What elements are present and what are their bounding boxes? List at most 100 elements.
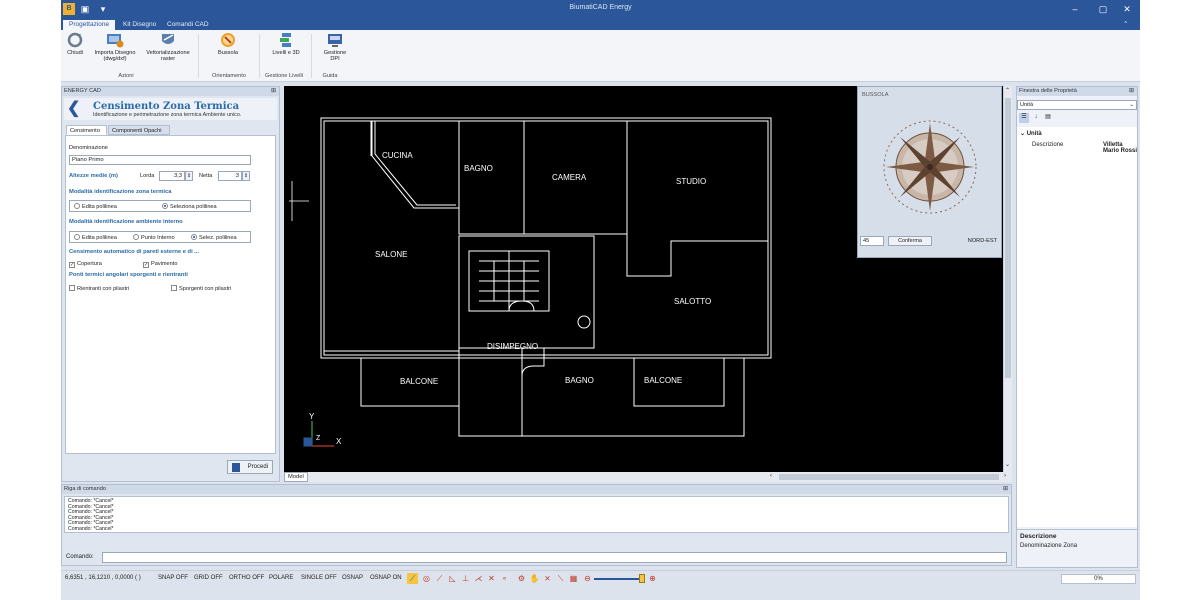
horizontal-scrollbar[interactable]: Model ‹ › — [284, 472, 1012, 482]
sporgenti-checkbox[interactable]: Sporgenti con pilastri — [171, 285, 231, 292]
panel-title-bar: ENERGY CAD ⊞ — [62, 87, 279, 96]
room-label-salone: SALONE — [375, 250, 407, 259]
panel-pin-icon[interactable]: ⊞ — [271, 87, 276, 96]
ortho-toggle[interactable]: ORTHO OFF — [229, 575, 264, 581]
tab-componenti-opachi[interactable]: Componenti Opachi — [108, 125, 170, 135]
zona-edita-radio[interactable]: Edita polilinea — [74, 203, 117, 210]
property-pages-icon[interactable]: ▤ — [1043, 113, 1053, 123]
quadrant-snap-icon[interactable]: ◺ — [447, 573, 458, 584]
zona-seleziona-radio[interactable]: Seleziona polilinea — [162, 203, 217, 210]
single-toggle[interactable]: SINGLE OFF — [301, 575, 337, 581]
compass-rose-icon — [883, 120, 977, 214]
measure-icon[interactable]: ⟍ — [555, 573, 566, 584]
procedi-button[interactable]: Procedi — [227, 460, 273, 474]
tangent-snap-icon[interactable]: ⟋ — [434, 573, 445, 584]
netta-stepper[interactable]: ⇕ — [242, 171, 250, 181]
room-label-disimpegno: DISIMPEGNO — [487, 342, 538, 351]
crossing-icon[interactable]: ⨯ — [542, 573, 553, 584]
zoom-slider-track[interactable] — [594, 578, 644, 580]
scroll-up-icon[interactable]: ⌃ — [1005, 87, 1010, 94]
hatch-icon[interactable]: ▦ — [568, 573, 579, 584]
tab-kit-disegno[interactable]: Kit Disegno — [117, 20, 162, 30]
horizontal-scroll-thumb[interactable] — [779, 474, 999, 480]
scroll-left-icon[interactable]: ‹ — [770, 473, 772, 479]
vertical-scrollbar[interactable]: ⌃ ⌄ — [1003, 86, 1012, 472]
sort-alpha-icon[interactable]: ↓ — [1031, 114, 1041, 124]
description-title: Descrizione — [1020, 533, 1057, 540]
node-snap-icon[interactable]: ∘ — [499, 573, 510, 584]
zona-edita-label: Edita polilinea — [82, 204, 117, 210]
livelli-button[interactable]: Livelli e 3D — [271, 32, 301, 56]
stair-arc — [508, 300, 535, 312]
salone-wall — [323, 208, 459, 352]
category-label: Unità — [1026, 131, 1042, 137]
settings-icon[interactable]: ⚙ — [516, 573, 527, 584]
snap-toggle[interactable]: SNAP OFF — [158, 575, 188, 581]
vettorializzazione-button[interactable]: Vettorializzazione raster — [143, 32, 193, 62]
amb-selez-radio[interactable]: Selez. polilinea — [191, 234, 237, 241]
zoom-out-icon[interactable]: ⊖ — [582, 573, 593, 584]
close-button[interactable]: ✕ — [1113, 0, 1141, 18]
zoom-slider-thumb[interactable] — [639, 574, 645, 583]
property-grid: ⌄ Unità Descrizione Villetta Mario Rossi — [1017, 127, 1137, 527]
grid-toggle[interactable]: GRID OFF — [194, 575, 223, 581]
lorda-input[interactable]: 3,3 — [159, 171, 185, 181]
property-description: Descrizione Denominazione Zona — [1017, 529, 1137, 567]
tab-censimento[interactable]: Censimento — [66, 125, 107, 135]
gestione-dpi-button[interactable]: Gestione DPI — [319, 32, 351, 62]
command-pin-icon[interactable]: ⊞ — [1003, 485, 1008, 494]
compass-confirm-button[interactable]: Conferma — [888, 236, 932, 246]
polare-toggle[interactable]: POLARE — [269, 575, 293, 581]
center-snap-icon[interactable]: ◎ — [421, 573, 432, 584]
properties-panel: Finestra delle Proprietà ⊞ Unità ⌄ ☰ ↓ ▤… — [1016, 86, 1138, 568]
compass-icon — [221, 33, 235, 47]
sporgenti-label: Sporgenti con pilastri — [179, 286, 232, 292]
denominazione-input[interactable]: Piano Primo — [69, 155, 251, 165]
perpendicular-snap-icon[interactable]: ⊥ — [460, 573, 471, 584]
copertura-checkbox[interactable]: ✓ Copertura — [69, 261, 102, 268]
endpoint-snap-icon[interactable]: ⟋ — [407, 573, 418, 584]
category-row[interactable]: ⌄ Unità — [1020, 130, 1042, 137]
panel-title: ENERGY CAD — [64, 88, 101, 94]
pavimento-label: Pavimento — [151, 261, 178, 267]
property-value[interactable]: Villetta Mario Rossi — [1103, 142, 1137, 154]
group-label-orientamento: Orientamento — [212, 73, 246, 79]
osnap-on-toggle[interactable]: OSNAP ON — [370, 575, 402, 581]
bussola-button[interactable]: Bussola — [203, 32, 253, 56]
importa-disegno-button[interactable]: Importa Disegno (dwg/dxf) — [89, 32, 141, 62]
pavimento-checkbox[interactable]: ✓ Pavimento — [143, 261, 177, 268]
scroll-right-icon[interactable]: › — [1004, 473, 1006, 479]
rientranti-checkbox[interactable]: Rientranti con pilastri — [69, 285, 129, 292]
ribbon-collapse-icon[interactable]: ⌃ — [1123, 20, 1128, 30]
amb-edita-radio[interactable]: Edita polilinea — [74, 234, 117, 241]
command-history-line: Comando: *Cancel* — [68, 525, 114, 532]
categorized-icon[interactable]: ☰ — [1019, 113, 1029, 123]
properties-selector[interactable]: Unità ⌄ — [1017, 100, 1137, 110]
tab-comandi-cad[interactable]: Comandi CAD — [161, 20, 215, 30]
back-arrow-icon[interactable]: ❮ — [67, 101, 80, 117]
command-input[interactable] — [102, 552, 1007, 563]
lorda-stepper[interactable]: ⇕ — [185, 171, 193, 181]
tab-progettazione[interactable]: Progettazione — [63, 20, 116, 30]
amb-selez-label: Selez. polilinea — [199, 235, 237, 241]
chevron-down-icon: ⌄ — [1129, 102, 1134, 108]
zoom-in-icon[interactable]: ⊕ — [647, 573, 658, 584]
procedi-label: Procedi — [247, 464, 268, 470]
osnap-toggle[interactable]: OSNAP — [342, 575, 363, 581]
netta-input[interactable]: 3 — [218, 171, 242, 181]
model-tab[interactable]: Model — [284, 472, 308, 482]
properties-pin-icon[interactable]: ⊞ — [1129, 87, 1134, 96]
compass-angle-input[interactable]: 45 — [860, 236, 884, 246]
intersection-snap-icon[interactable]: ✕ — [486, 573, 497, 584]
minimize-button[interactable]: – — [1061, 0, 1089, 18]
room-label-studio: STUDIO — [676, 177, 706, 186]
nearest-snap-icon[interactable]: ⋌ — [473, 573, 484, 584]
vertical-scroll-thumb[interactable] — [1005, 98, 1011, 378]
layers-icon — [280, 33, 291, 47]
amb-punto-radio[interactable]: Punto Interno — [133, 234, 175, 241]
window-marks — [389, 117, 724, 359]
scroll-down-icon[interactable]: ⌄ — [1005, 461, 1010, 468]
pan-icon[interactable]: ✋ — [529, 573, 540, 584]
bussola-label: Bussola — [218, 50, 238, 56]
chiudi-button[interactable]: Chiudi — [64, 32, 86, 56]
